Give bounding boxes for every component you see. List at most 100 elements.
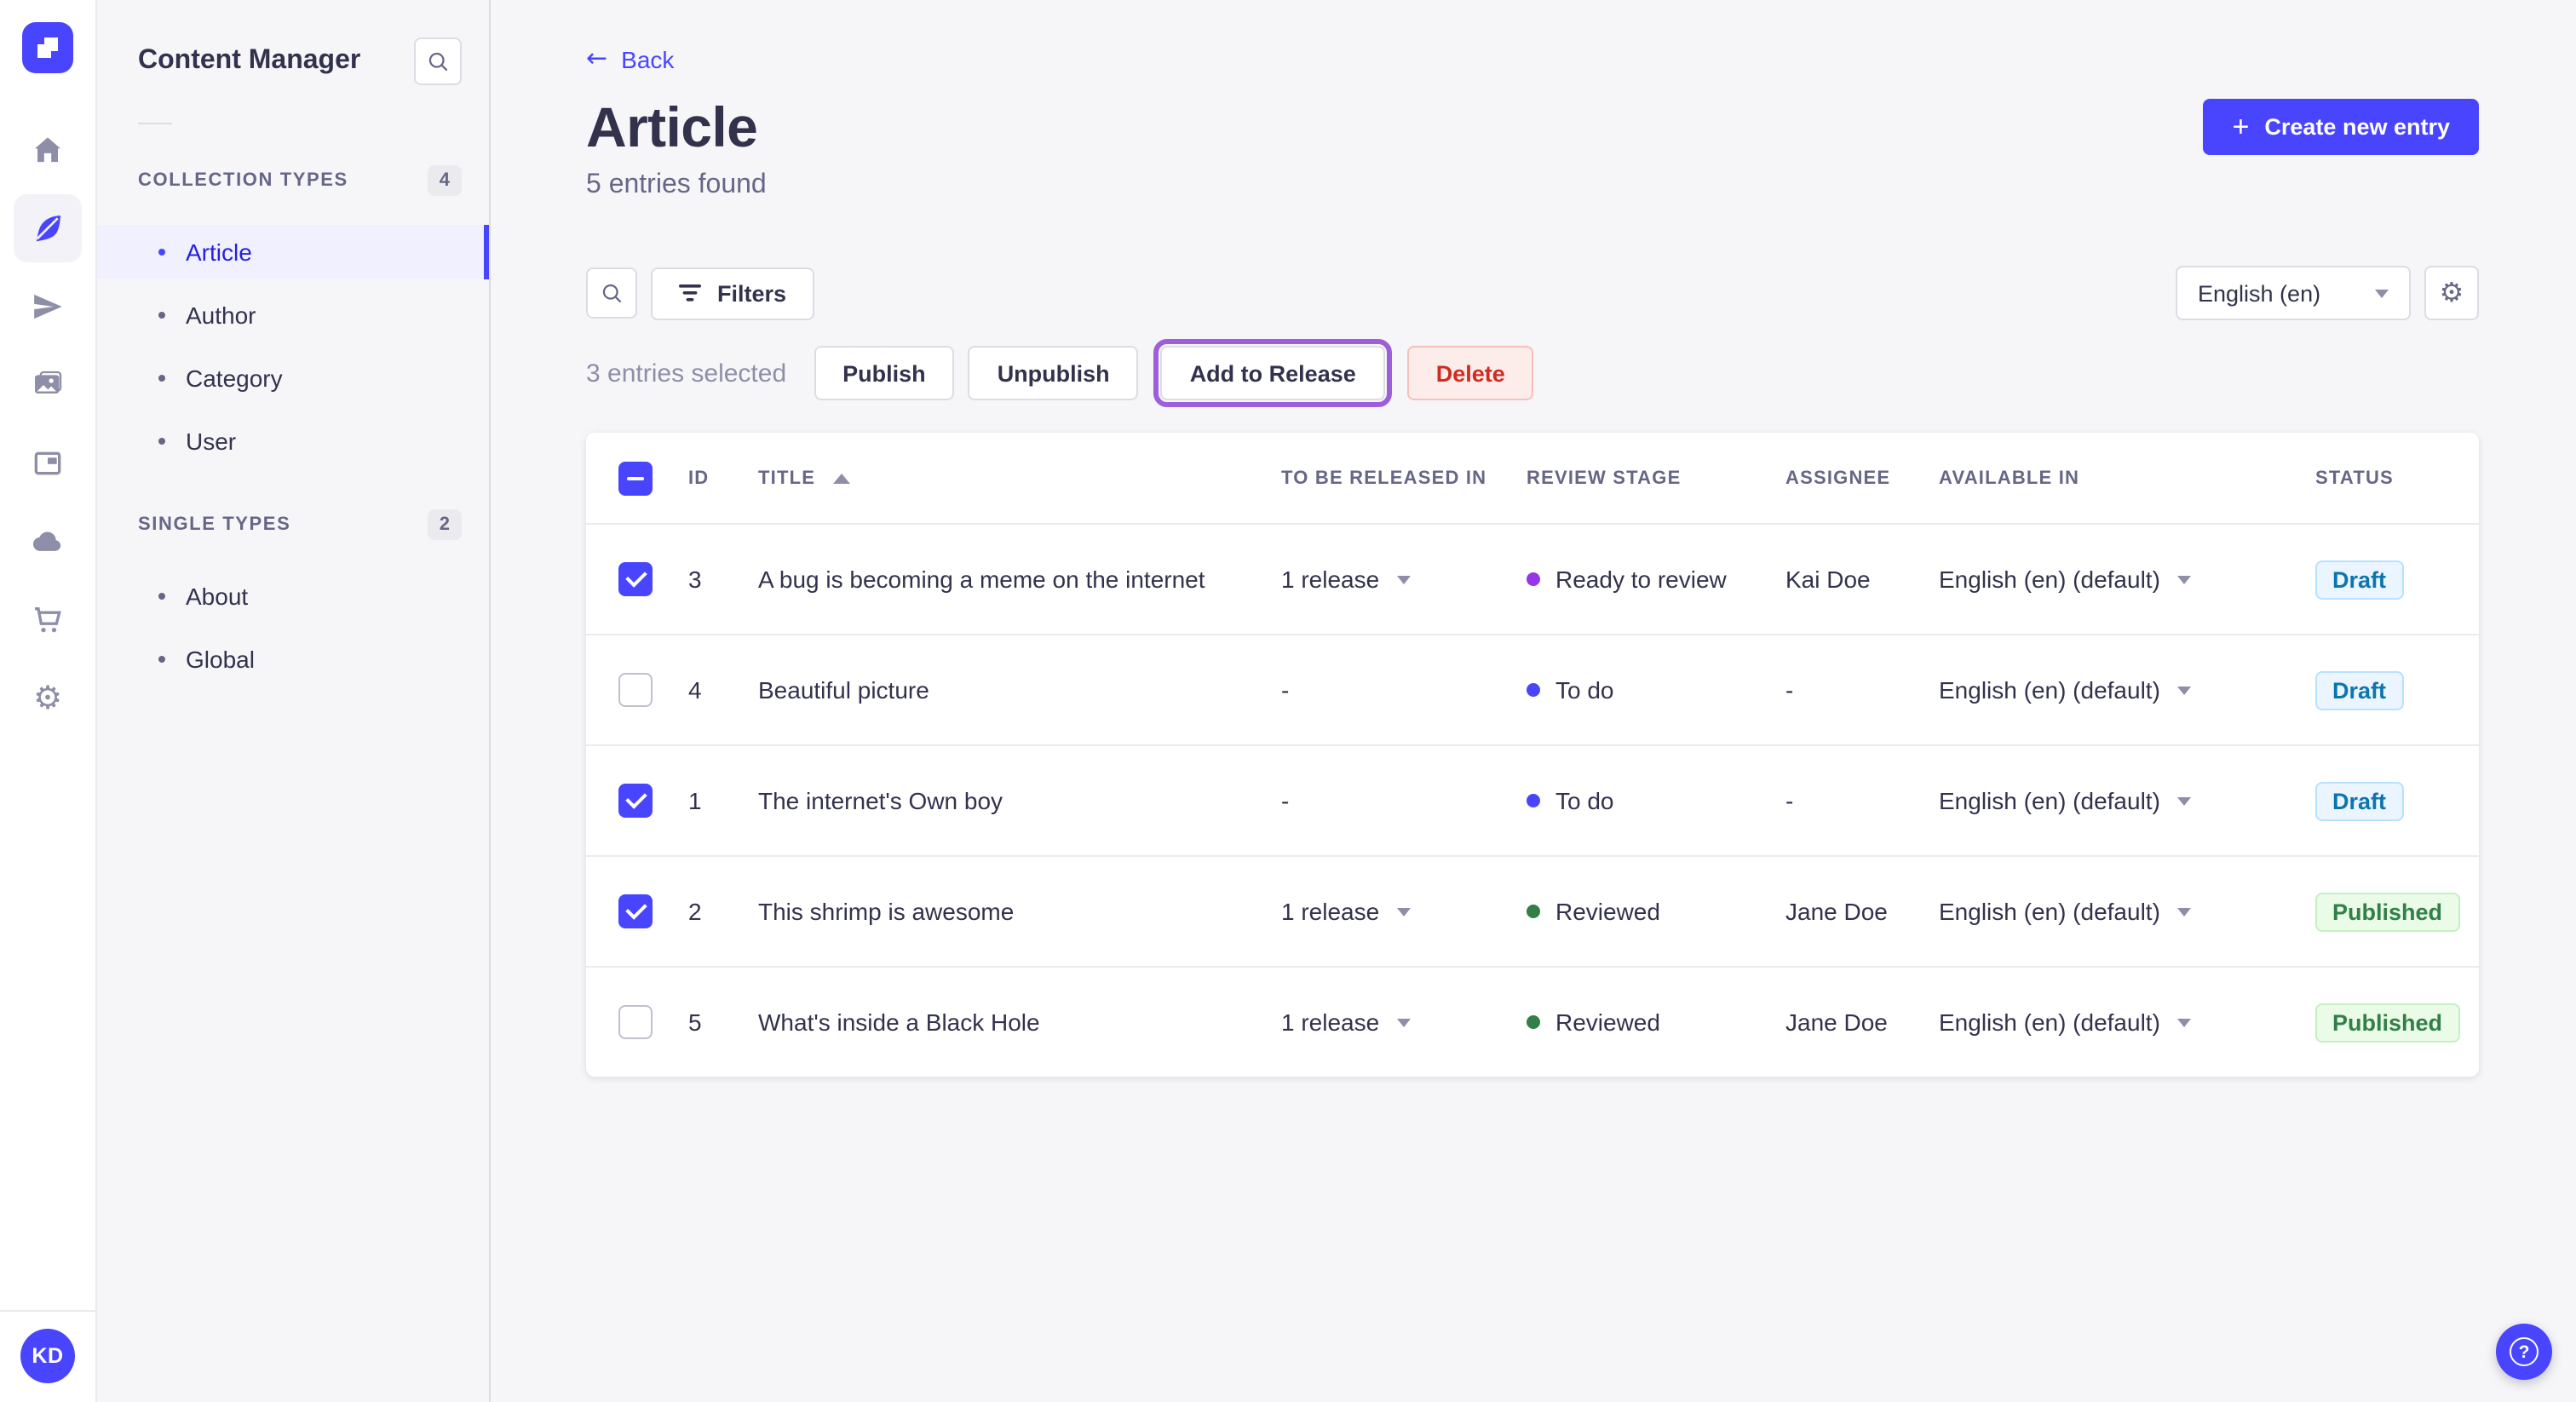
review-stage-value: To do [1555,676,1614,704]
add-to-release-button[interactable]: Add to Release [1153,339,1392,407]
cell-title: This shrimp is awesome [758,898,1015,925]
release-caret [1396,1018,1411,1026]
sidebar-item-category[interactable]: Category [97,351,489,405]
available-in-value: English (en) (default) [1939,676,2160,704]
content-manager-sidebar: Content Manager COLLECTION TYPES 4 Artic… [97,0,491,1402]
cell-review-stage: Reviewed [1527,898,1785,925]
media-icon[interactable] [14,351,82,419]
collection-types-label: COLLECTION TYPES [138,170,348,191]
unpublish-button[interactable]: Unpublish [968,346,1139,400]
chevron-down-icon [2176,796,2191,805]
sidebar-item-label: Category [186,365,283,392]
row-checkbox[interactable] [618,784,653,818]
cell-title: A bug is becoming a meme on the internet [758,566,1205,593]
cell-available-in[interactable]: English (en) (default) [1939,676,2315,704]
cell-title: What's inside a Black Hole [758,1008,1040,1036]
search-icon [428,51,447,71]
available-in-value: English (en) (default) [1939,898,2160,925]
delete-button[interactable]: Delete [1406,346,1534,400]
release-caret [1396,907,1411,916]
back-link[interactable]: ← Back [586,45,674,72]
main-nav-rail: ⚙ KD [0,0,97,1402]
view-settings-button[interactable]: ⚙ [2424,266,2479,320]
cloud-icon[interactable] [14,508,82,576]
sidebar-title: Content Manager [138,46,361,75]
review-stage-dot [1527,794,1540,807]
paper-plane-icon[interactable] [14,273,82,341]
main-content: ← Back Article + Create new entry 5 entr… [491,0,2576,1402]
select-all-checkbox[interactable] [618,461,653,495]
sidebar-item-user[interactable]: User [97,414,489,468]
status-badge: Published [2315,1003,2460,1042]
review-stage-dot [1527,572,1540,586]
sort-asc-icon [832,473,850,483]
cell-available-in[interactable]: English (en) (default) [1939,1008,2315,1036]
row-checkbox[interactable] [618,562,653,596]
row-checkbox[interactable] [618,673,653,707]
cell-review-stage: Reviewed [1527,1008,1785,1036]
cell-assignee: Jane Doe [1785,898,1888,925]
table-body: 3 A bug is becoming a meme on the intern… [586,523,2479,1077]
available-in-value: English (en) (default) [1939,1008,2160,1036]
bullet-icon [158,593,165,600]
released-value: 1 release [1281,898,1380,925]
released-value: - [1281,787,1290,814]
sidebar-item-global[interactable]: Global [97,632,489,687]
bullet-icon [158,438,165,445]
released-value: 1 release [1281,566,1380,593]
locale-selected-value: English (en) [2198,280,2321,306]
create-button-label: Create new entry [2264,114,2450,140]
avatar[interactable]: KD [20,1329,75,1383]
table-row[interactable]: 5 What's inside a Black Hole 1 release R… [586,966,2479,1077]
home-icon[interactable] [14,116,82,184]
table-row[interactable]: 4 Beautiful picture - To do - English (e… [586,634,2479,744]
gear-glyph: ⚙ [32,679,63,716]
column-header-title[interactable]: TITLE [758,468,1281,488]
review-stage-dot [1527,905,1540,918]
plus-icon: + [2232,110,2250,142]
table-search-button[interactable] [586,267,637,319]
sidebar-search-button[interactable] [414,37,462,85]
row-checkbox[interactable] [618,1005,653,1039]
search-icon [601,283,621,302]
gear-icon[interactable]: ⚙ [14,664,82,733]
entries-count-subtitle: 5 entries found [586,170,767,199]
back-arrow-icon: ← [586,43,608,73]
cart-icon[interactable] [14,586,82,654]
locale-select[interactable]: English (en) [2176,266,2411,320]
cell-title: Beautiful picture [758,676,929,704]
cell-available-in[interactable]: English (en) (default) [1939,787,2315,814]
cell-released[interactable]: 1 release [1281,1008,1527,1036]
back-label: Back [621,45,675,72]
chevron-down-icon [2176,907,2191,916]
sidebar-item-author[interactable]: Author [97,288,489,342]
cell-available-in[interactable]: English (en) (default) [1939,566,2315,593]
sidebar-item-about[interactable]: About [97,569,489,623]
table-row[interactable]: 3 A bug is becoming a meme on the intern… [586,523,2479,634]
single-types-label: SINGLE TYPES [138,514,291,535]
cell-released[interactable]: 1 release [1281,566,1527,593]
cell-released[interactable]: 1 release [1281,898,1527,925]
feather-icon[interactable] [14,194,82,262]
sidebar-item-label: User [186,428,237,455]
cell-id: 2 [688,898,702,925]
cell-id: 1 [688,787,702,814]
cell-available-in[interactable]: English (en) (default) [1939,898,2315,925]
row-checkbox[interactable] [618,894,653,928]
filter-icon [679,284,701,302]
sidebar-item-label: Global [186,646,255,673]
layout-icon[interactable] [14,429,82,497]
bullet-icon [158,249,165,256]
entries-table: ID TITLE TO BE RELEASED IN REVIEW STAGE … [586,433,2479,1077]
filters-button[interactable]: Filters [651,267,814,319]
cell-id: 3 [688,566,702,593]
help-button[interactable]: ? [2496,1324,2552,1380]
released-value: 1 release [1281,1008,1380,1036]
table-row[interactable]: 2 This shrimp is awesome 1 release Revie… [586,855,2479,966]
released-value: - [1281,676,1290,704]
bullet-icon [158,375,165,382]
publish-button[interactable]: Publish [814,346,955,400]
table-row[interactable]: 1 The internet's Own boy - To do - Engli… [586,744,2479,855]
create-new-entry-button[interactable]: + Create new entry [2203,99,2479,155]
sidebar-item-article[interactable]: Article [97,225,489,279]
